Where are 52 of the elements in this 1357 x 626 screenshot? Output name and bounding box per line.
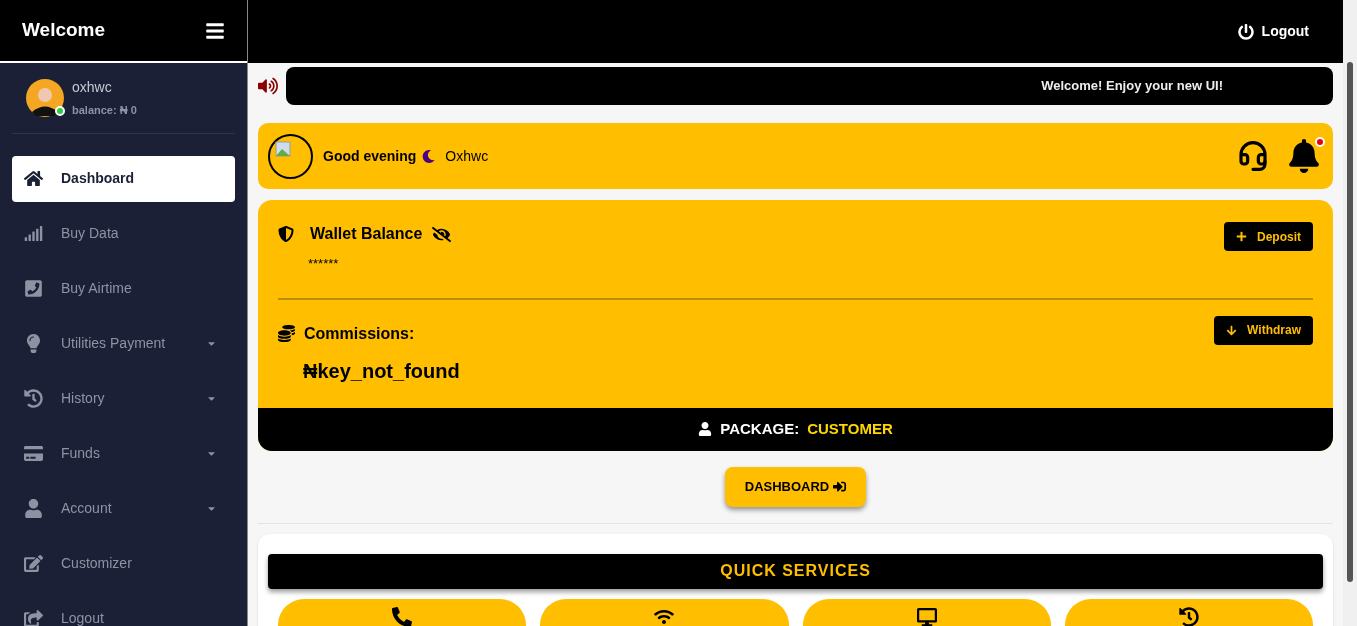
greeting-text: Good evening	[323, 146, 417, 166]
greeting-name: Oxhwc	[445, 146, 489, 166]
commissions-value: ₦key_not_found	[303, 358, 460, 384]
desktop-icon	[916, 606, 937, 626]
nav-item[interactable]: Dashboard	[12, 155, 235, 202]
menu-icon[interactable]	[205, 20, 225, 41]
sidebar-title: Welcome	[22, 18, 106, 43]
announcement-text: Welcome! Enjoy your new UI!	[1041, 77, 1223, 96]
deposit-button[interactable]: Deposit	[1224, 222, 1313, 251]
dashboard-button[interactable]: DASHBOARD	[724, 466, 867, 507]
shield-icon	[278, 226, 294, 242]
wallet-title: Wallet Balance	[310, 224, 423, 244]
plus-icon	[1236, 231, 1247, 242]
nav-item[interactable]: Funds	[12, 430, 235, 477]
nav-item[interactable]: Logout	[12, 595, 235, 626]
phone-icon	[24, 279, 43, 298]
avatar	[26, 78, 64, 117]
nav-item[interactable]: Buy Airtime	[12, 265, 235, 312]
speaker-icon	[258, 76, 278, 96]
broken-image-icon	[275, 140, 291, 157]
credit-card-icon	[24, 444, 43, 463]
nav-item[interactable]: Customizer	[12, 540, 235, 587]
nav-item[interactable]: History	[12, 375, 235, 422]
history-icon	[24, 389, 43, 408]
wallet-balance: ******	[308, 255, 340, 273]
nav-item[interactable]: Buy Data	[12, 210, 235, 257]
withdraw-button[interactable]: Withdraw	[1214, 315, 1313, 345]
support-icon[interactable]	[1237, 140, 1269, 172]
commissions-label: Commissions:	[304, 323, 415, 344]
nav-item[interactable]: Utilities Payment	[12, 320, 235, 367]
power-icon	[1237, 23, 1254, 40]
quick-services-title: QUICK SERVICES	[720, 561, 871, 581]
user-icon	[24, 499, 43, 518]
coins-icon	[278, 325, 295, 342]
user-icon	[698, 422, 713, 436]
phone-icon	[392, 606, 413, 626]
balance-text: balance: ₦ 0	[72, 103, 137, 118]
sign-in-icon	[833, 480, 847, 493]
edit-icon	[24, 554, 43, 573]
package-value: CUSTOMER	[807, 418, 893, 439]
history-icon	[1178, 606, 1199, 626]
username: oxhwc	[72, 78, 113, 97]
logout-icon	[24, 609, 43, 626]
lightbulb-icon	[24, 334, 43, 353]
package-label: PACKAGE:	[720, 418, 800, 439]
signal-icon	[24, 224, 43, 243]
moon-icon	[422, 149, 436, 163]
arrow-down-icon	[1226, 324, 1238, 336]
hide-eye-icon[interactable]	[432, 224, 452, 244]
nav-item[interactable]: Account	[12, 485, 235, 532]
logout-button[interactable]: Logout	[1237, 21, 1309, 42]
home-icon	[24, 169, 43, 188]
